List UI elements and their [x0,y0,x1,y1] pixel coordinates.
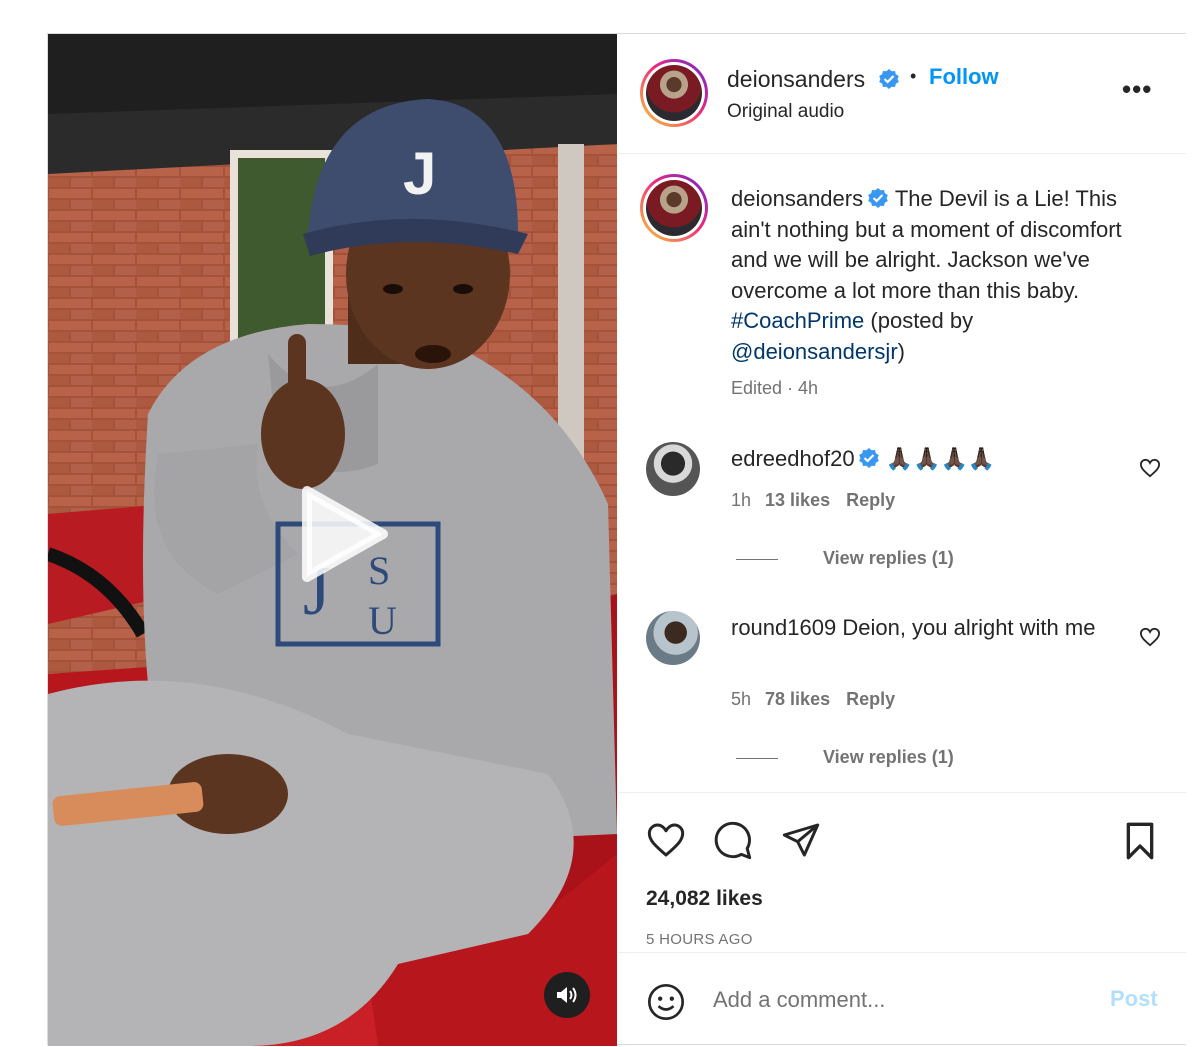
post-side-panel: deionsanders • Follow Original audio •••… [618,34,1186,1044]
comment-time: 1h [731,490,752,510]
reply-button[interactable]: Reply [846,490,895,510]
reply-button[interactable]: Reply [846,689,895,709]
follow-button[interactable]: Follow [929,64,999,90]
verified-badge-icon [858,448,879,468]
likes-count[interactable]: 24,082 likes [646,887,763,911]
svg-text:U: U [368,598,397,643]
comment-likes[interactable]: 78 likes [765,689,830,709]
hashtag-link[interactable]: #CoachPrime [731,308,864,333]
author-avatar[interactable] [640,59,708,127]
bookmark-icon[interactable] [1122,821,1158,861]
smiley-icon[interactable] [646,982,686,1022]
comment-heart-icon[interactable] [1139,627,1161,647]
comment-meta: 5h 78 likes Reply [731,689,895,710]
caption-meta: Edited · 4h [731,378,819,398]
instagram-post: J S U J deionsanders • Follow Original a… [47,33,1186,1046]
comment-text: round1609 Deion, you alright with me [731,613,1111,643]
commenter-avatar[interactable] [646,611,700,665]
comment-body: 🙏🏿🙏🏿🙏🏿🙏🏿 [879,446,996,471]
svg-text:J: J [403,140,436,207]
author-username[interactable]: deionsanders [727,66,865,93]
comment-likes[interactable]: 13 likes [765,490,830,510]
speaker-icon[interactable] [544,972,590,1018]
post-header: deionsanders • Follow Original audio ••• [618,34,1186,154]
mention-link[interactable]: @deionsandersjr [731,339,898,364]
post-video[interactable]: J S U J [48,34,617,1046]
audio-label[interactable]: Original audio [727,101,844,123]
caption-username[interactable]: deionsanders [731,186,863,211]
view-replies-button[interactable]: View replies (1) [736,548,954,569]
caption-text: deionsanders The Devil is a Lie! This ai… [731,184,1131,367]
caption-body-middle: (posted by [864,308,974,333]
view-replies-button[interactable]: View replies (1) [736,747,954,768]
comment-input[interactable] [713,983,1083,1017]
more-options-icon[interactable]: ••• [1122,76,1152,102]
comment-text: edreedhof20 🙏🏿🙏🏿🙏🏿🙏🏿 [731,444,1111,474]
verified-badge-icon [868,188,888,208]
commenter-username[interactable]: round1609 [731,615,836,640]
comment-bubble-icon[interactable] [713,821,753,861]
caption-avatar[interactable] [640,174,708,242]
post-timestamp: 5 HOURS AGO [646,931,753,948]
post-comment-button[interactable]: Post [1110,986,1158,1012]
verified-badge-icon [879,69,899,89]
post-actions: 24,082 likes 5 HOURS AGO [618,792,1186,952]
heart-icon[interactable] [646,821,686,859]
caption-body-end: ) [897,338,905,364]
comment-heart-icon[interactable] [1139,458,1161,478]
paper-plane-icon[interactable] [781,821,821,859]
commenter-avatar[interactable] [646,442,700,496]
commenter-username[interactable]: edreedhof20 [731,446,855,471]
play-icon[interactable] [285,479,395,589]
header-separator: • [910,66,917,86]
add-comment-bar: Post [618,952,1186,1044]
comment-meta: 1h 13 likes Reply [731,490,895,511]
comment-time: 5h [731,689,752,709]
comment-body: Deion, you alright with me [836,615,1096,640]
